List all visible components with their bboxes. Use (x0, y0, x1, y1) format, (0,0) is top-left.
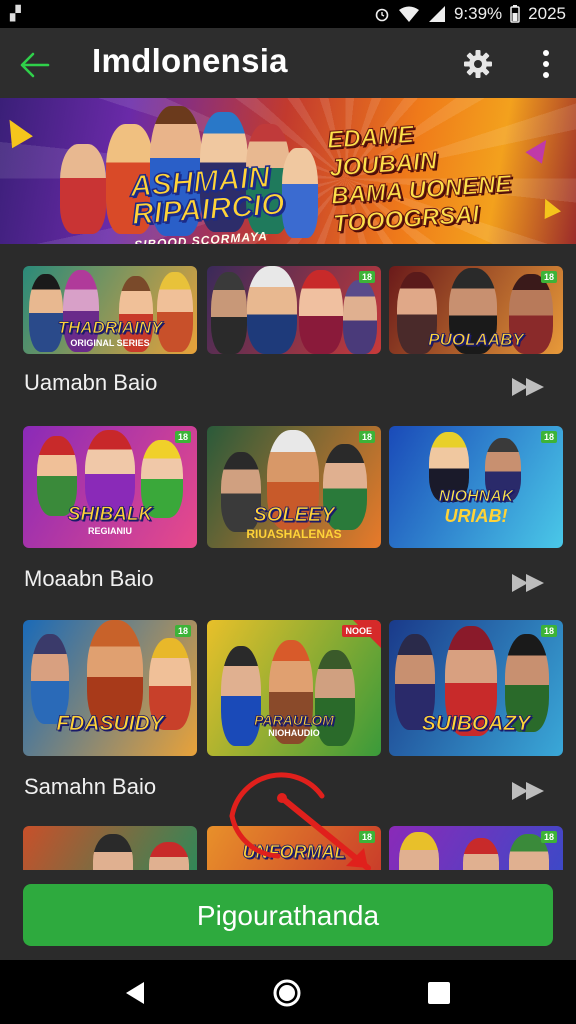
card-title-text: UNFORMAL (242, 842, 346, 863)
more-vert-icon[interactable] (536, 48, 556, 80)
game-card[interactable]: 18 (207, 266, 381, 354)
battery-icon (510, 5, 520, 23)
age-rating-badge: 18 (540, 271, 557, 283)
card-title: NIOHNAK URIAB! (389, 488, 563, 527)
nav-back-icon[interactable] (122, 980, 148, 1006)
card-title: PUOLAABY (389, 330, 563, 350)
age-rating-badge: NOOE (342, 625, 375, 637)
age-rating-badge: 18 (540, 431, 557, 443)
card-title: PARAULOM NIOHAUDIO (207, 712, 381, 738)
hero-banner[interactable]: ASHMAIN RIPAIRCIO SIBOOD SCORMAYA EDAME … (0, 98, 576, 244)
system-nav-bar (0, 960, 576, 1024)
card-subtitle: ORIGINAL SERIES (70, 338, 150, 348)
card-title: SOLEEY RIUASHALENAS (207, 504, 381, 541)
card-subtitle: URIAB! (444, 506, 508, 526)
card-title: FDASUIDY (23, 712, 197, 736)
banner-logo: ASHMAIN RIPAIRCIO SIBOOD SCORMAYA (128, 160, 287, 244)
age-rating-badge: 18 (358, 431, 375, 443)
gear-icon[interactable] (462, 48, 494, 80)
fast-forward-icon[interactable] (510, 570, 550, 596)
game-card[interactable]: 18 SOLEEY RIUASHALENAS (207, 426, 381, 548)
app-toolbar: Imdlonensia (0, 28, 576, 98)
game-card[interactable]: 18 PUOLAABY (389, 266, 563, 354)
status-bar: ▞ 9:39% 2025 (0, 0, 576, 28)
card-title-text: SOLEEY (253, 504, 335, 527)
notification-icon: ▞ (10, 5, 21, 21)
game-card[interactable]: 18 (389, 826, 563, 874)
age-rating-badge: 18 (540, 625, 557, 637)
status-time: 9:39% (453, 4, 503, 23)
nav-recents-icon[interactable] (427, 981, 451, 1005)
fast-forward-icon[interactable] (510, 778, 550, 804)
card-title-text: FDASUIDY (56, 712, 164, 736)
game-card[interactable] (23, 826, 197, 874)
signal-icon (428, 6, 445, 22)
card-title-text: NIOHNAK (438, 488, 514, 506)
wifi-icon (398, 6, 419, 22)
back-arrow-icon[interactable] (18, 48, 52, 82)
nav-home-icon[interactable] (272, 978, 302, 1008)
age-rating-badge: 18 (174, 625, 191, 637)
card-subtitle: REGIANIU (87, 526, 132, 536)
card-subtitle: RIUASHALENAS (246, 527, 342, 541)
game-card[interactable]: NOOE PARAULOM NIOHAUDIO (207, 620, 381, 756)
primary-action-button[interactable]: Pigourathanda (23, 884, 553, 946)
game-card[interactable]: 18 FDASUIDY (23, 620, 197, 756)
card-title: SUIBOAZY (389, 712, 563, 736)
card-title-text: PUOLAABY (428, 330, 524, 350)
game-card[interactable]: THADRIAINY ORIGINAL SERIES (23, 266, 197, 354)
card-title-text: SHIBALK (67, 504, 153, 526)
age-rating-badge: 18 (174, 431, 191, 443)
card-title: THADRIAINY ORIGINAL SERIES (23, 318, 197, 348)
card-title-text: PARAULOM (254, 712, 335, 729)
card-title-text: THADRIAINY (57, 318, 163, 338)
game-card[interactable]: 18 SUIBOAZY (389, 620, 563, 756)
banner-promo: EDAME JOUBAIN BAMA UONENE TOOOGRSAI (326, 113, 533, 239)
game-list[interactable]: THADRIAINY ORIGINAL SERIES 18 18 PUOLAAB… (0, 244, 576, 874)
card-title: SHIBALK REGIANIU (23, 504, 197, 536)
page-title: Imdlonensia (92, 42, 288, 79)
game-card[interactable]: 18 NIOHNAK URIAB! (389, 426, 563, 548)
game-card[interactable]: 18 UNFORMAL (207, 826, 381, 874)
game-card[interactable]: 18 SHIBALK REGIANIU (23, 426, 197, 548)
alarm-icon (375, 8, 389, 22)
fast-forward-icon[interactable] (510, 374, 550, 400)
card-title: UNFORMAL (207, 842, 381, 863)
card-subtitle: NIOHAUDIO (268, 728, 320, 738)
section-label: Moaabn Baio (24, 566, 154, 591)
age-rating-badge: 18 (358, 271, 375, 283)
section-label: Uamabn Baio (24, 370, 158, 395)
age-rating-badge: 18 (540, 831, 557, 843)
section-label: Samahn Baio (24, 774, 157, 799)
status-year: 2025 (528, 4, 566, 23)
card-title-text: SUIBOAZY (421, 712, 531, 736)
